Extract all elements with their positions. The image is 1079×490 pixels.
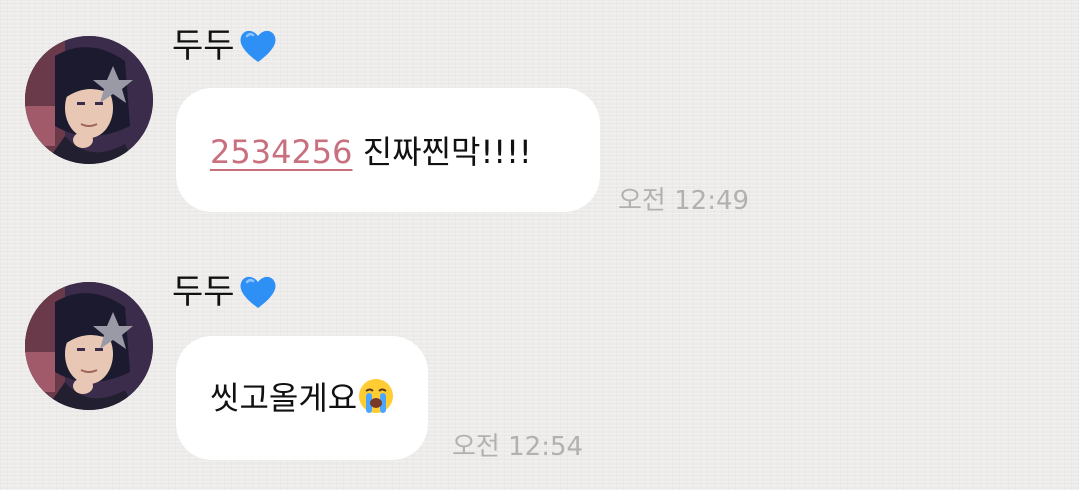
message-text: 씻고올게요 (210, 373, 395, 423)
sender-name: 두두 (172, 272, 235, 312)
phone-number-link[interactable]: 2534256 (210, 133, 353, 171)
message-body: 진짜찐막!!!! (352, 133, 532, 171)
message-text: 2534256 진짜찐막!!!! (210, 127, 532, 173)
message-body: 씻고올게요 (210, 379, 358, 417)
sender-header: 두두 (172, 268, 277, 316)
message-timestamp: 오전 12:49 (618, 186, 750, 216)
blue-heart-icon (239, 28, 277, 64)
blue-heart-icon (239, 274, 277, 310)
sender-name: 두두 (172, 26, 235, 66)
avatar[interactable] (25, 36, 153, 164)
message-bubble[interactable]: 씻고올게요 (176, 336, 428, 460)
loudly-crying-face-icon (357, 377, 395, 423)
message-bubble[interactable]: 2534256 진짜찐막!!!! (176, 88, 600, 212)
message-timestamp: 오전 12:54 (452, 432, 584, 462)
avatar[interactable] (25, 282, 153, 410)
sender-header: 두두 (172, 22, 277, 70)
